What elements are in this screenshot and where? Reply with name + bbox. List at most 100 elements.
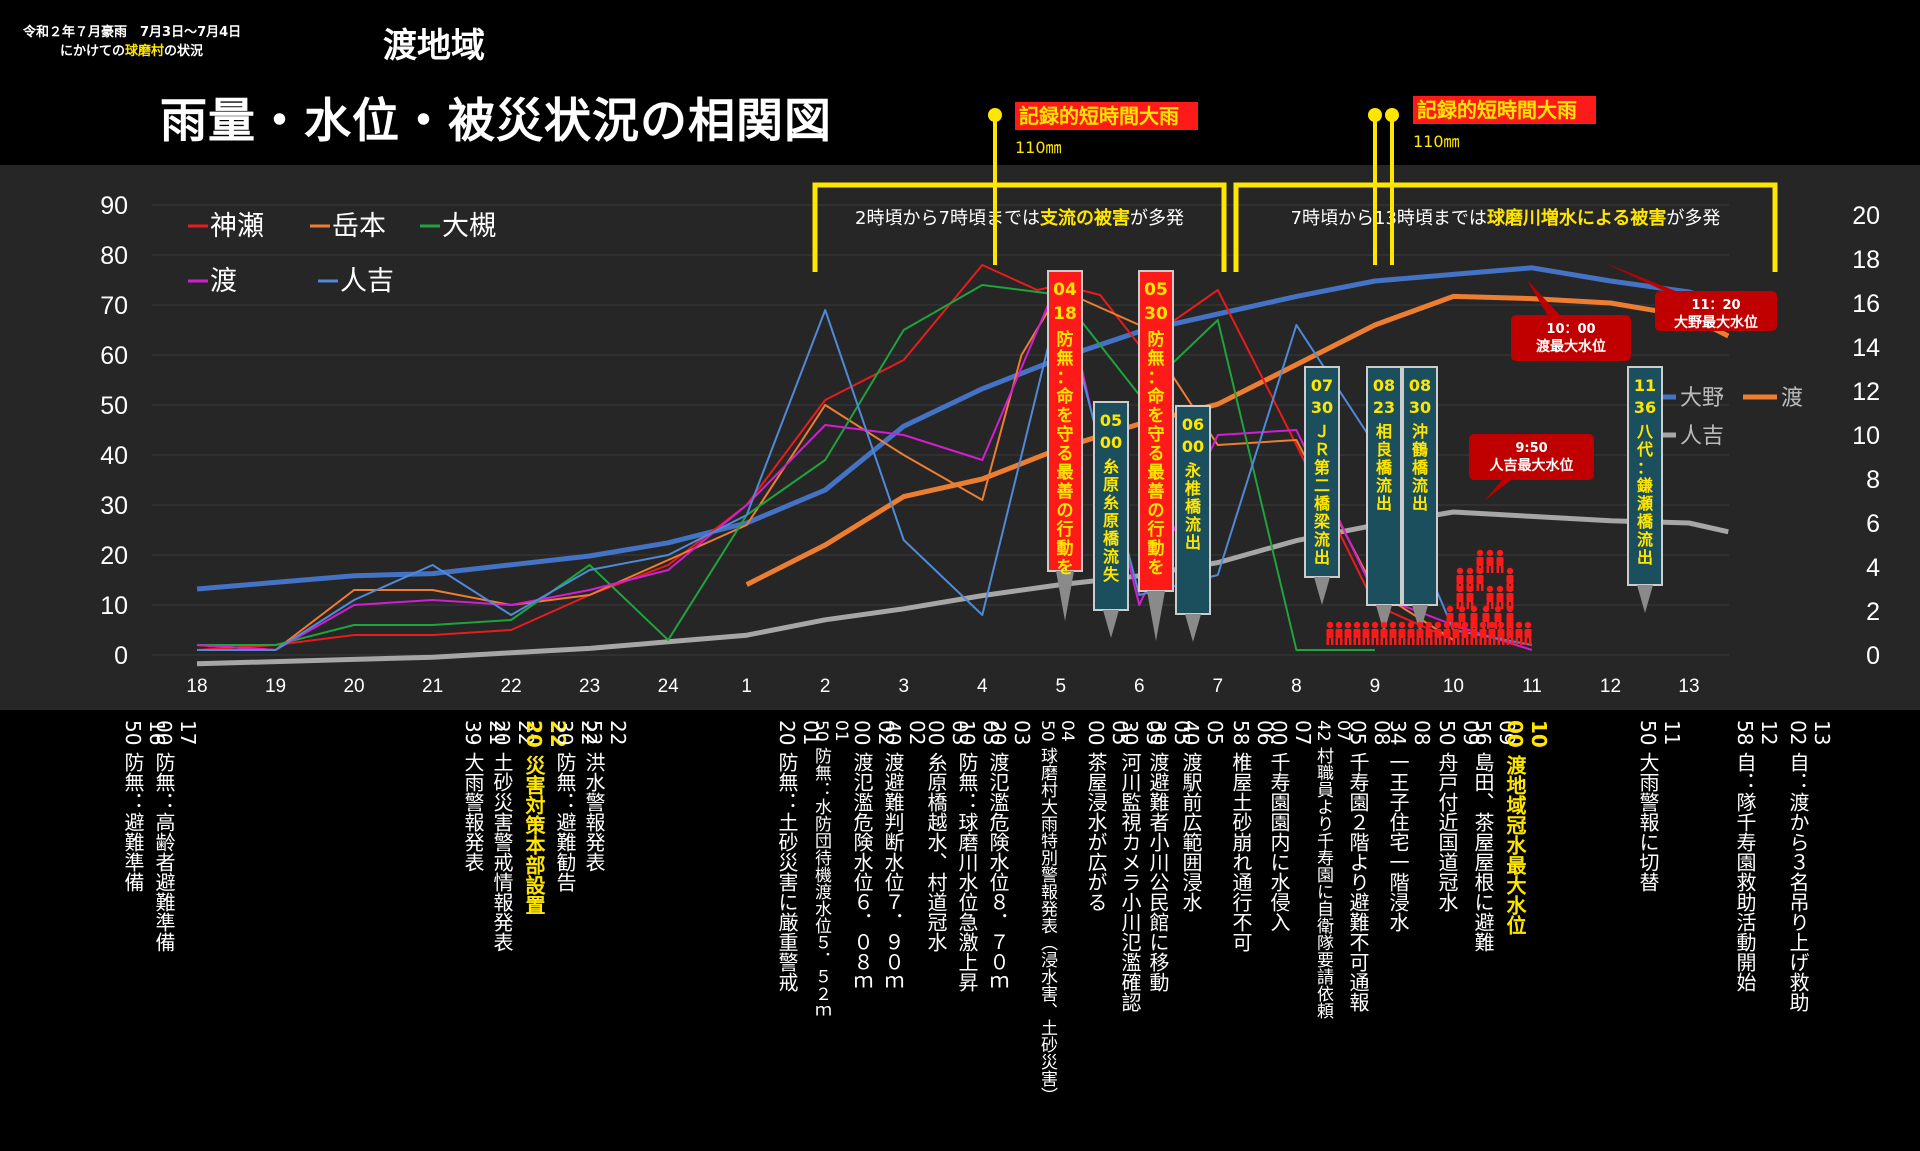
- x-axis-tick-label: 7: [1213, 676, 1224, 697]
- left-axis-tick-label: 90: [100, 192, 128, 220]
- vertical-char: 命: [1147, 386, 1166, 407]
- left-axis-tick-label: 50: [100, 392, 128, 420]
- vertical-char: 椎: [1185, 479, 1201, 498]
- right-axis-tick-label: 20: [1852, 202, 1880, 230]
- x-axis-tick-label: 1: [741, 676, 752, 697]
- callout-time-hour: 08: [1373, 376, 1395, 395]
- callout-teal: 08 23 相良橋流出: [1366, 366, 1402, 633]
- timeline-text: 防無：避難準備: [121, 751, 145, 892]
- timeline-text: 災害対策本部設置: [522, 754, 546, 915]
- timeline-entry: 10 00 渡地域冠水最大水位: [1503, 720, 1551, 935]
- vertical-char: 糸: [1103, 457, 1119, 476]
- legend-label: 大槻: [442, 211, 496, 242]
- vertical-char: 橋: [1314, 494, 1331, 513]
- timeline-text: 千寿園園内に水侵入: [1267, 751, 1291, 932]
- left-axis-tick-label: 30: [100, 492, 128, 520]
- x-axis-tick-label: 8: [1291, 676, 1302, 697]
- timeline-text: 防無：避難勧告: [553, 751, 577, 892]
- timeline-entry: 07 00 千寿園園内に水侵入: [1267, 720, 1315, 932]
- callout-time-hour: 11: [1634, 376, 1656, 395]
- main-title: 雨量・水位・被災状況の相関図: [160, 94, 832, 149]
- legend-label: 大野: [1680, 386, 1724, 411]
- x-axis-tick-label: 23: [579, 676, 600, 697]
- timeline-text: 防無：水防団待機渡水位５．５２ｍ: [811, 747, 831, 1020]
- x-axis-tick-label: 13: [1678, 676, 1699, 697]
- peak-label-time: 9:50: [1515, 441, 1547, 456]
- callout-teal: 0500糸原糸原橋流失: [1093, 401, 1129, 638]
- timeline-text: 大雨警報発表: [461, 751, 485, 872]
- timeline-text: 渡氾濫危険水位８．７０ｍ: [986, 751, 1010, 992]
- vertical-char: 代: [1636, 440, 1653, 459]
- legend-label: 渡: [210, 266, 237, 297]
- x-axis-tick-label: 11: [1522, 676, 1542, 697]
- rain-marker-dot: [1385, 108, 1399, 122]
- callout-time-minute: 30: [1311, 398, 1333, 417]
- timeline-text: 茶屋浸水が広がる: [1084, 751, 1108, 912]
- callout-teal: 06 00 永椎橋流出: [1175, 405, 1211, 642]
- vertical-char: を: [1057, 406, 1074, 426]
- header-status-prefix: にかけての: [60, 44, 126, 59]
- x-axis-tick-label: 3: [898, 676, 909, 697]
- timeline-time: 08 34: [1386, 720, 1434, 746]
- callout-time-hour: 07: [1311, 376, 1333, 395]
- rain-marker-dot: [1368, 108, 1382, 122]
- timeline-time: 17 00: [152, 720, 200, 746]
- left-axis-tick-label: 0: [114, 642, 128, 670]
- right-axis-tick-label: 0: [1866, 642, 1880, 670]
- timeline-entry: 01 50 防無：水防団待機渡水位５．５２ｍ: [811, 720, 851, 1019]
- x-axis-tick-label: 9: [1370, 676, 1381, 697]
- timeline-text: 渡避難判断水位７．９０ｍ: [881, 751, 905, 992]
- left-axis-tick-label: 20: [100, 542, 128, 570]
- vertical-char: 原: [1103, 475, 1119, 494]
- timeline-text: 自：隊千寿園救助活動開始: [1733, 751, 1757, 992]
- vertical-char: 沖: [1412, 422, 1428, 441]
- timeline-time: 07 00: [1267, 720, 1315, 746]
- timeline-entry: 02 40 渡避難判断水位７．９０ｍ: [881, 720, 929, 992]
- period-note-highlight: 支流の被害: [1039, 207, 1130, 229]
- rain-marker-dot: [988, 108, 1002, 122]
- vertical-char: 出: [1412, 494, 1428, 513]
- callout-teal: 08 30 沖鶴橋流出: [1402, 366, 1438, 633]
- callout-teal: 11 36 八代：鎌瀬橋流出: [1627, 366, 1663, 613]
- vertical-char: 瀬: [1637, 494, 1653, 513]
- x-axis-tick-label: 10: [1443, 676, 1464, 697]
- vertical-char: る: [1148, 444, 1165, 464]
- timeline-entry: 22 52 洪水警報発表: [582, 720, 630, 872]
- legend-label: 渡: [1781, 386, 1803, 411]
- chart-figure: 0 10 20 30 40 50 60 70 80 90 0 2 4 6 8 10 12 14 16 18 20 18 19…: [0, 0, 1920, 1147]
- x-axis-tick-label: 4: [977, 676, 988, 697]
- legend-label: 岳本: [332, 211, 386, 242]
- right-axis-tick-label: 10: [1852, 422, 1880, 450]
- vertical-char: の: [1148, 501, 1165, 521]
- vertical-char: を: [1057, 558, 1074, 578]
- callout-time-minute: 36: [1634, 398, 1656, 417]
- callout-teal: 07 30 ＪＲ第二橋梁流出: [1304, 366, 1340, 605]
- timeline-text: 渡地域冠水最大水位: [1503, 754, 1527, 935]
- x-axis-tick-label: 22: [501, 676, 522, 697]
- vertical-char: 守: [1057, 424, 1074, 445]
- vertical-char: 流: [1103, 547, 1119, 566]
- vertical-char: 出: [1185, 533, 1201, 552]
- timeline-text: 舟戸付近国道冠水: [1435, 751, 1459, 912]
- timeline-text: 土砂災害警戒情報発表: [490, 751, 514, 952]
- timeline-text: 自：渡から３名吊り上げ救助: [1786, 751, 1810, 1012]
- vertical-char: 無: [1148, 348, 1165, 369]
- right-axis-tick-label: 4: [1866, 554, 1880, 582]
- vertical-char: 流: [1185, 515, 1201, 534]
- rain-marker-label: 記録的短時間大雨: [1417, 98, 1577, 122]
- callout-time-hour: 08: [1409, 376, 1431, 395]
- vertical-char: 鶴: [1412, 440, 1428, 459]
- x-axis-tick-label: 20: [343, 676, 364, 697]
- timeline-text: 防無：土砂災害に厳重警戒: [775, 751, 799, 992]
- timeline-entry: 11 50 大雨警報に切替: [1636, 720, 1684, 892]
- vertical-char: 最: [1148, 463, 1166, 483]
- vertical-char: 出: [1376, 494, 1392, 513]
- vertical-char: 原: [1103, 511, 1119, 530]
- left-axis-tick-label: 40: [100, 442, 128, 470]
- callout-time-minute: 18: [1053, 304, 1077, 324]
- vertical-char: を: [1148, 406, 1165, 426]
- callout-time-hour: 05: [1144, 280, 1168, 300]
- x-axis-tick-label: 18: [186, 676, 207, 697]
- period-note-prefix: 2時頃から7時頃までは: [855, 208, 1040, 229]
- x-axis-tick-label: 2: [820, 676, 831, 697]
